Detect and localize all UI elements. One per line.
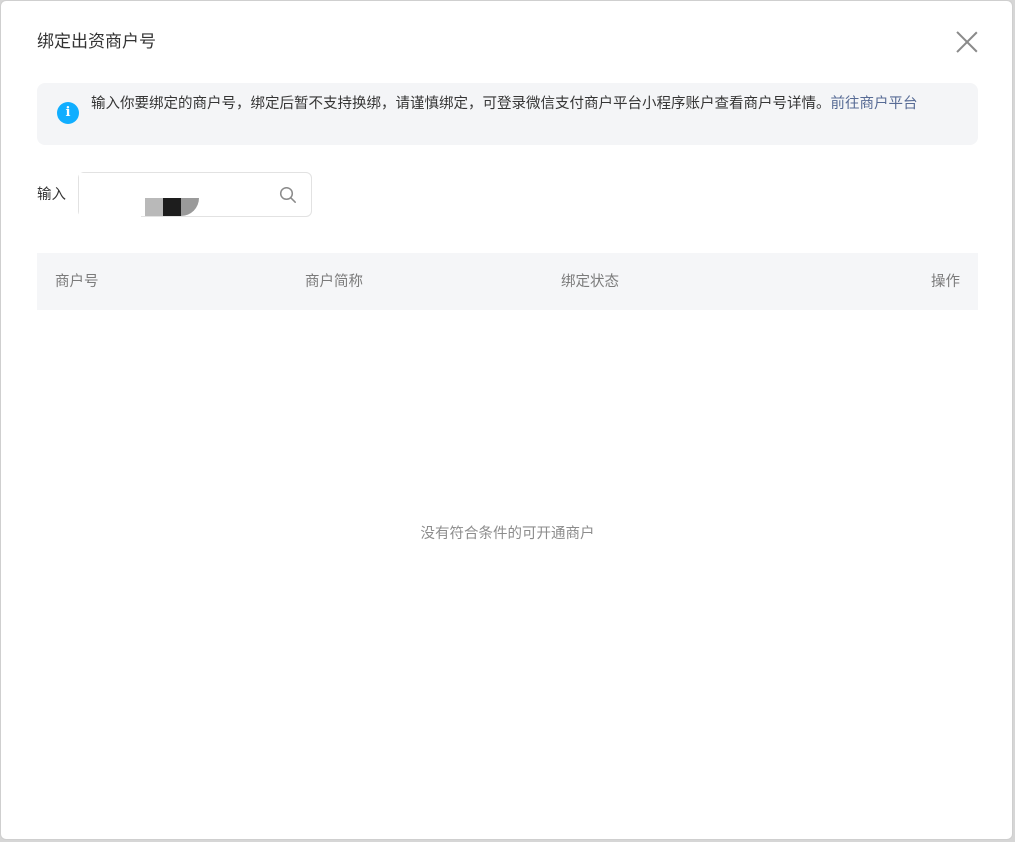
merchant-platform-link[interactable]: 前往商户平台 — [831, 96, 918, 112]
bind-merchant-dialog: 绑定出资商户号 i 输入你要绑定的商户号，绑定后暂不支持换绑，请谨慎绑定，可登录… — [0, 0, 1013, 840]
redaction-mask-black — [163, 198, 181, 216]
notice-message: 输入你要绑定的商户号，绑定后暂不支持换绑，请谨慎绑定，可登录微信支付商户平台小程… — [91, 96, 831, 112]
redaction-mask-gray — [145, 198, 163, 216]
column-header-merchant-name: 商户简称 — [305, 274, 363, 290]
column-header-bind-status: 绑定状态 — [561, 274, 619, 290]
search-label: 输入 — [37, 187, 66, 203]
dialog-title: 绑定出资商户号 — [37, 32, 156, 52]
column-header-action: 操作 — [931, 274, 960, 290]
notice-text: 输入你要绑定的商户号，绑定后暂不支持换绑，请谨慎绑定，可登录微信支付商户平台小程… — [91, 93, 963, 115]
column-header-merchant-id: 商户号 — [55, 274, 99, 290]
empty-state-text: 没有符合条件的可开通商户 — [420, 526, 595, 542]
redaction-mask — [79, 173, 141, 217]
search-icon[interactable] — [279, 186, 297, 204]
search-box[interactable] — [78, 172, 312, 217]
info-notice: i 输入你要绑定的商户号，绑定后暂不支持换绑，请谨慎绑定，可登录微信支付商户平台… — [37, 83, 978, 145]
info-icon: i — [57, 102, 79, 124]
table-header: 商户号 商户简称 绑定状态 操作 — [37, 253, 978, 310]
close-icon[interactable] — [955, 30, 979, 54]
